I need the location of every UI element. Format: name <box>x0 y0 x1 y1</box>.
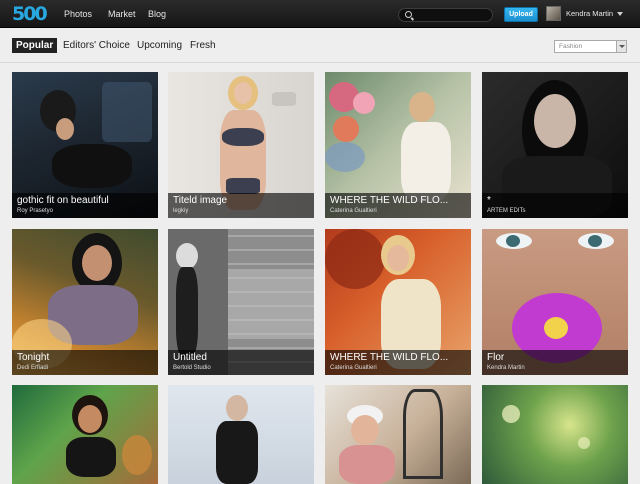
photo-caption: Flor Kendra Martin <box>482 350 628 375</box>
photo-author[interactable]: Caterina Gualtieri <box>330 208 377 214</box>
photo-tile[interactable]: WHERE THE WILD FLO... Caterina Gualtieri <box>325 229 471 375</box>
photo-title[interactable]: gothic fit on beautiful <box>17 195 153 206</box>
search-input[interactable] <box>415 10 489 20</box>
search-box[interactable] <box>398 8 493 22</box>
photo-tile[interactable]: Tonight Dedi Erfiadi <box>12 229 158 375</box>
photo-tile[interactable] <box>168 385 314 484</box>
tab-popular[interactable]: Popular <box>12 38 58 53</box>
photo-caption: WHERE THE WILD FLO... Caterina Gualtieri <box>325 350 471 375</box>
photo-caption: WHERE THE WILD FLO... Caterina Gualtieri <box>325 193 471 218</box>
tab-upcoming[interactable]: Upcoming <box>137 38 182 53</box>
tab-fresh[interactable]: Fresh <box>190 38 216 53</box>
category-select[interactable]: Fashion <box>554 40 627 53</box>
photo-caption: Untitled Bertold Studio <box>168 350 314 375</box>
divider <box>0 62 640 63</box>
photo-tile[interactable]: Titeld image legkiy <box>168 72 314 218</box>
photo-caption: * ARTEM EDITs <box>482 193 628 218</box>
photo-title[interactable]: WHERE THE WILD FLO... <box>330 352 466 363</box>
nav-market[interactable]: Market <box>108 0 136 28</box>
upload-button[interactable]: Upload <box>504 7 538 22</box>
nav-blog[interactable]: Blog <box>148 0 166 28</box>
photo-title[interactable]: WHERE THE WILD FLO... <box>330 195 466 206</box>
chevron-down-icon[interactable] <box>617 12 623 16</box>
photo-author[interactable]: Bertold Studio <box>173 365 211 371</box>
photo-title[interactable]: * <box>487 195 623 206</box>
photo-caption: Tonight Dedi Erfiadi <box>12 350 158 375</box>
photo-tile[interactable]: WHERE THE WILD FLO... Caterina Gualtieri <box>325 72 471 218</box>
photo-author[interactable]: Dedi Erfiadi <box>17 365 48 371</box>
photo-caption: Titeld image legkiy <box>168 193 314 218</box>
photo-author[interactable]: legkiy <box>173 208 188 214</box>
logo-500px[interactable]: 500 <box>12 3 52 25</box>
photo-tile[interactable] <box>325 385 471 484</box>
top-bar: 500 Photos Market Blog Upload Kendra Mar… <box>0 0 640 28</box>
photo-tile[interactable] <box>482 385 628 484</box>
photo-tile[interactable]: gothic fit on beautiful Roy Prasetyo <box>12 72 158 218</box>
photo-tile[interactable]: * ARTEM EDITs <box>482 72 628 218</box>
photo-author[interactable]: Caterina Gualtieri <box>330 365 377 371</box>
photo-tile[interactable] <box>12 385 158 484</box>
sub-nav: Popular Editors' Choice Upcoming Fresh F… <box>0 29 640 62</box>
chevron-down-icon[interactable] <box>616 41 626 52</box>
photo-caption: gothic fit on beautiful Roy Prasetyo <box>12 193 158 218</box>
photo-tile[interactable]: Untitled Bertold Studio <box>168 229 314 375</box>
search-icon <box>405 11 412 18</box>
photo-author[interactable]: ARTEM EDITs <box>487 208 526 214</box>
photo-tile[interactable]: Flor Kendra Martin <box>482 229 628 375</box>
avatar[interactable] <box>546 6 561 21</box>
category-select-value: Fashion <box>559 43 583 50</box>
user-name[interactable]: Kendra Martin <box>566 0 613 28</box>
photo-author[interactable]: Kendra Martin <box>487 365 525 371</box>
tab-editors-choice[interactable]: Editors' Choice <box>63 38 130 53</box>
photo-title[interactable]: Untitled <box>173 352 309 363</box>
photo-title[interactable]: Flor <box>487 352 623 363</box>
photo-title[interactable]: Tonight <box>17 352 153 363</box>
photo-title[interactable]: Titeld image <box>173 195 309 206</box>
photo-author[interactable]: Roy Prasetyo <box>17 208 53 214</box>
nav-photos[interactable]: Photos <box>64 0 92 28</box>
